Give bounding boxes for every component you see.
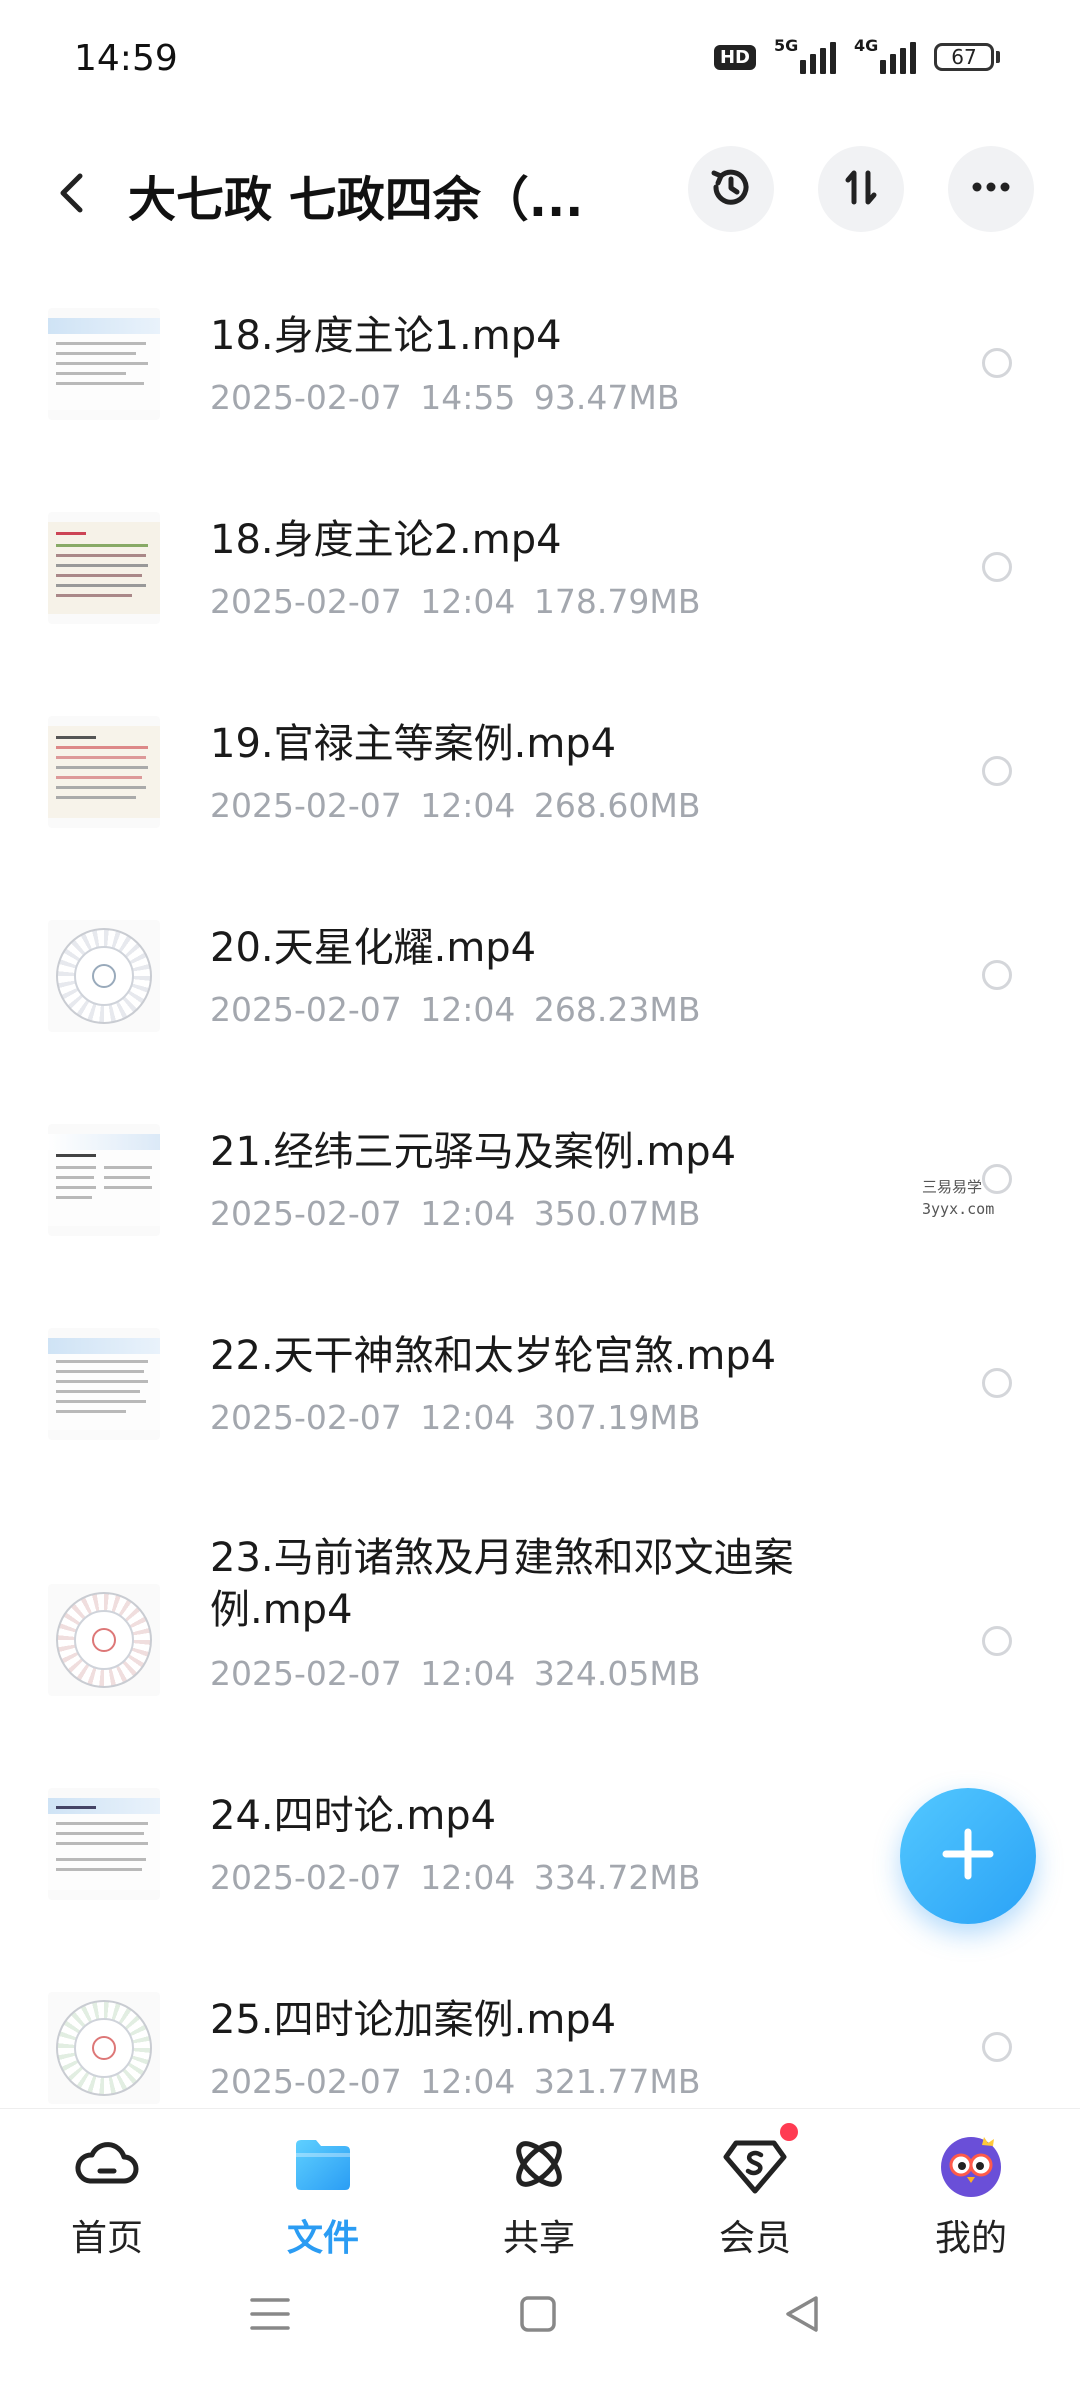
status-bar: 14:59 HD 5G 4G 67 [0, 0, 1080, 120]
select-radio[interactable] [982, 756, 1012, 786]
video-thumbnail [48, 308, 160, 420]
tab-share[interactable]: 共享 [464, 2129, 614, 2261]
file-name: 23.马前诸煞及月建煞和邓文迪案例.mp4 [210, 1535, 794, 1633]
tab-label: 会员 [718, 2218, 791, 2259]
battery-icon: 67 [934, 43, 1000, 71]
file-meta: 2025-02-07 12:04 178.79MB [210, 582, 701, 621]
signal-4g-icon: 4G [854, 36, 916, 74]
tab-label: 文件 [286, 2218, 359, 2259]
video-thumbnail [48, 1584, 160, 1696]
header: 大七政 七政四余（... [0, 140, 1080, 250]
file-name: 18.身度主论2.mp4 [210, 517, 562, 563]
list-item[interactable]: 21.经纬三元驿马及案例.mp4 2025-02-07 12:04 350.07… [0, 1106, 1080, 1310]
file-name: 22.天干神煞和太岁轮宫煞.mp4 [210, 1333, 777, 1379]
video-thumbnail [48, 1788, 160, 1900]
more-button[interactable] [948, 146, 1034, 232]
file-meta: 2025-02-07 12:04 324.05MB [210, 1654, 701, 1693]
signal-5g-icon: 5G [774, 36, 836, 74]
share-atom-icon [504, 2129, 574, 2199]
page-title: 大七政 七政四余（... [128, 172, 584, 228]
file-name: 20.天星化耀.mp4 [210, 925, 537, 971]
tab-mine[interactable]: 我的 [896, 2129, 1046, 2261]
more-icon [964, 160, 1018, 218]
back-icon[interactable] [48, 168, 98, 218]
video-thumbnail [48, 920, 160, 1032]
video-thumbnail [48, 1328, 160, 1440]
file-meta: 2025-02-07 12:04 268.60MB [210, 786, 701, 825]
tab-label: 共享 [502, 2218, 575, 2259]
tab-files[interactable]: 文件 [248, 2129, 398, 2261]
select-radio[interactable] [982, 2032, 1012, 2062]
file-name: 19.官禄主等案例.mp4 [210, 721, 617, 767]
select-radio[interactable] [982, 1626, 1012, 1656]
file-name: 25.四时论加案例.mp4 [210, 1997, 617, 2043]
video-thumbnail [48, 1124, 160, 1236]
video-thumbnail [48, 716, 160, 828]
list-item[interactable]: 23.马前诸煞及月建煞和邓文迪案例.mp4 2025-02-07 12:04 3… [0, 1514, 1080, 1770]
history-button[interactable] [688, 146, 774, 232]
list-item[interactable]: 22.天干神煞和太岁轮宫煞.mp4 2025-02-07 12:04 307.1… [0, 1310, 1080, 1514]
battery-level: 67 [934, 43, 994, 71]
add-button[interactable] [900, 1788, 1036, 1924]
status-time: 14:59 [74, 38, 178, 79]
file-meta: 2025-02-07 12:04 350.07MB [210, 1194, 701, 1233]
vip-diamond-icon [720, 2123, 798, 2199]
file-name: 21.经纬三元驿马及案例.mp4 [210, 1129, 737, 1175]
tab-home[interactable]: 首页 [32, 2129, 182, 2261]
list-item[interactable]: 20.天星化耀.mp4 2025-02-07 12:04 268.23MB [0, 902, 1080, 1106]
file-meta: 2025-02-07 12:04 334.72MB [210, 1858, 701, 1897]
cloud-home-icon [72, 2129, 142, 2199]
bottom-tab-bar: 首页 文件 共享 会员 我的 [0, 2108, 1080, 2269]
list-item[interactable]: 18.身度主论1.mp4 2025-02-07 14:55 93.47MB [0, 290, 1080, 494]
tab-label: 我的 [934, 2218, 1007, 2259]
select-radio[interactable] [982, 1368, 1012, 1398]
sort-icon [834, 160, 888, 218]
status-icons: HD 5G 4G 67 [713, 36, 1000, 74]
video-thumbnail [48, 512, 160, 624]
watermark: 三易易学 3yyx.com [922, 1178, 995, 1218]
video-thumbnail [48, 1992, 160, 2104]
tab-label: 首页 [70, 2218, 143, 2259]
notification-badge [780, 2123, 798, 2141]
system-navigation-bar [0, 2270, 1080, 2400]
file-name: 18.身度主论1.mp4 [210, 313, 562, 359]
list-item[interactable]: 18.身度主论2.mp4 2025-02-07 12:04 178.79MB [0, 494, 1080, 698]
file-meta: 2025-02-07 14:55 93.47MB [210, 378, 680, 417]
file-name: 24.四时论.mp4 [210, 1793, 497, 1839]
folder-icon [288, 2129, 358, 2199]
recent-apps-icon[interactable] [248, 2292, 292, 2340]
plus-icon [938, 1824, 998, 1888]
history-icon [704, 160, 758, 218]
owl-avatar-icon [936, 2129, 1006, 2199]
sort-button[interactable] [818, 146, 904, 232]
hd-icon: HD [713, 44, 756, 70]
file-meta: 2025-02-07 12:04 307.19MB [210, 1398, 701, 1437]
back-nav-icon[interactable] [780, 2292, 824, 2340]
select-radio[interactable] [982, 960, 1012, 990]
file-meta: 2025-02-07 12:04 268.23MB [210, 990, 701, 1029]
home-icon[interactable] [516, 2292, 560, 2340]
tab-vip[interactable]: 会员 [680, 2123, 830, 2261]
file-meta: 2025-02-07 12:04 321.77MB [210, 2062, 701, 2101]
list-item[interactable]: 19.官禄主等案例.mp4 2025-02-07 12:04 268.60MB [0, 698, 1080, 902]
select-radio[interactable] [982, 348, 1012, 378]
select-radio[interactable] [982, 552, 1012, 582]
